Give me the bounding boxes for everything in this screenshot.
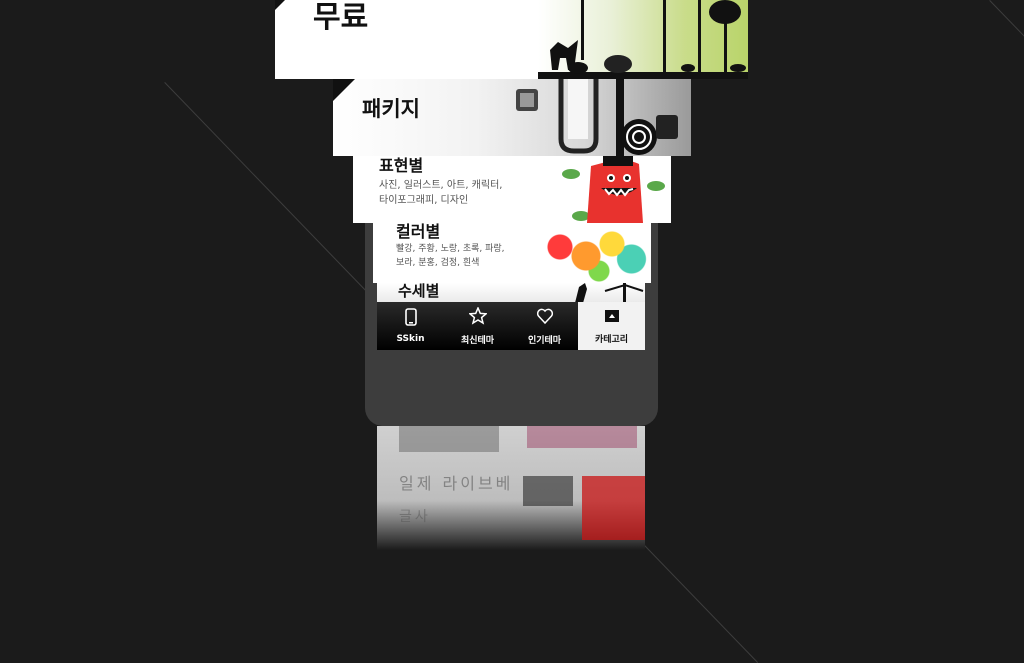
background-line-top-right [989,0,1024,37]
reflection-text: 일제 라이브베 [399,474,514,493]
paint-splash-illustration [521,223,651,283]
category-icon [604,308,620,328]
star-icon [467,305,488,329]
screen-reflection: 일제 라이브베 글사 [377,426,645,550]
category-card-free[interactable]: 무료 [275,0,748,79]
card-title-color: 컬러별 [396,223,441,241]
category-card-package[interactable]: 패키지 [333,79,691,156]
tab-label: 카테고리 [594,334,629,345]
package-illustration [516,79,678,156]
card-title-package: 패키지 [362,97,420,121]
card-title-watercolor: 수세별 [398,283,440,300]
bottom-tab-bar: SSkin 최신테마 인기테마 카테고리 [377,302,645,350]
category-card-expression[interactable]: 표현별 사진, 일러스트, 아트, 캐릭터, 타이포그래피, 디자인 [353,156,671,223]
tab-latest-themes[interactable]: 최신테마 [444,302,511,350]
tab-popular-themes[interactable]: 인기테마 [511,302,578,350]
tab-sskin[interactable]: SSkin [377,302,444,350]
category-card-color[interactable]: 컬러별 빨강, 주황, 노랑, 초록, 파랑, 보라, 분홍, 검정, 흰색 [373,223,651,283]
tab-label: 최신테마 [460,335,495,346]
tab-label: 인기테마 [527,335,562,346]
card-subtitle-line-1: 빨강, 주황, 노랑, 초록, 파랑, [396,244,505,254]
tab-label: SSkin [396,334,425,344]
card-subtitle-line-1: 사진, 일러스트, 아트, 캐릭터, [379,180,503,191]
tab-category[interactable]: 카테고리 [578,302,645,350]
savanna-illustration [538,0,748,79]
card-title-expression: 표현별 [379,156,424,175]
corner-ribbon [333,79,355,101]
card-subtitle-line-2: 보라, 분홍, 검정, 흰색 [396,258,480,268]
corner-ribbon [275,0,285,10]
category-card-watercolor[interactable]: 수세별 [377,283,645,303]
card-title-free: 무료 [313,0,369,35]
phone-icon [404,308,418,330]
background-line-right [639,540,759,663]
card-subtitle-line-2: 타이포그래피, 디자인 [379,195,469,206]
heart-icon [536,307,554,329]
tree-silhouette-illustration [575,283,644,303]
monster-illustration [562,156,665,223]
reflection-text: 글사 [399,509,431,525]
